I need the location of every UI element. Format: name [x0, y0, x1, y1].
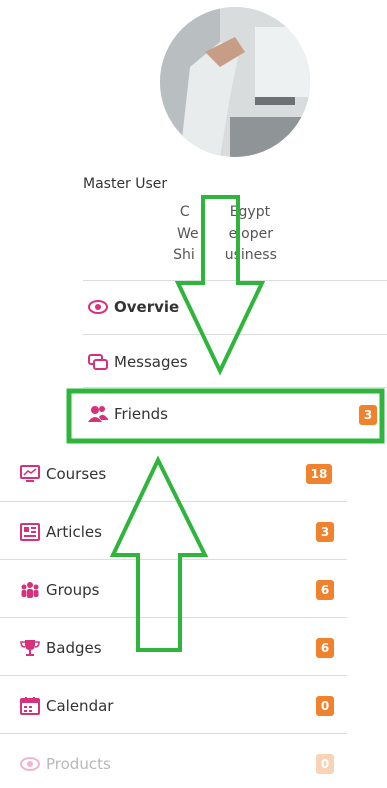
menu-item-products[interactable]: Products — [20, 754, 111, 774]
newspaper-icon — [20, 522, 40, 542]
users-icon — [88, 404, 108, 424]
menu-item-badges[interactable]: Badges — [20, 638, 102, 658]
badges-count-badge: 6 — [316, 638, 334, 658]
menu-item-articles[interactable]: Articles — [20, 522, 102, 542]
menu-item-friends[interactable]: Friends — [88, 404, 168, 424]
menu-divider — [83, 334, 387, 335]
group-icon — [20, 580, 40, 600]
row-divider — [0, 675, 347, 676]
menu-item-calendar[interactable]: Calendar — [20, 696, 113, 716]
articles-count-badge: 3 — [316, 522, 334, 542]
eye-icon — [20, 754, 40, 774]
friends-count-badge: 3 — [359, 405, 377, 425]
groups-count-badge: 6 — [316, 580, 334, 600]
calendar-count-badge: 0 — [316, 696, 334, 716]
row-divider — [0, 617, 347, 618]
down-arrow-annotation — [174, 195, 266, 376]
menu-divider — [83, 280, 387, 281]
calendar-icon — [20, 696, 40, 716]
row-divider — [0, 501, 347, 502]
eye-icon — [88, 297, 108, 317]
row-divider — [0, 559, 347, 560]
up-arrow-annotation — [109, 455, 209, 652]
chat-bubbles-icon — [88, 352, 108, 372]
profile-job-title: We eloper — [177, 226, 273, 242]
trophy-icon — [20, 638, 40, 658]
profile-name: Master User — [83, 176, 168, 192]
products-count-badge: 0 — [316, 754, 334, 774]
profile-avatar[interactable] — [160, 7, 310, 157]
monitor-icon — [20, 464, 40, 484]
menu-item-messages[interactable]: Messages — [88, 352, 188, 372]
avatar-photo — [160, 7, 310, 157]
courses-count-badge: 18 — [306, 464, 332, 484]
menu-divider — [83, 387, 387, 388]
menu-item-courses[interactable]: Courses — [20, 464, 106, 484]
profile-country: C Egypt — [179, 204, 271, 220]
row-divider — [0, 733, 347, 734]
menu-item-overview[interactable]: Overvie — [88, 297, 179, 317]
profile-company: Shi usiness — [173, 247, 277, 263]
menu-item-groups[interactable]: Groups — [20, 580, 99, 600]
